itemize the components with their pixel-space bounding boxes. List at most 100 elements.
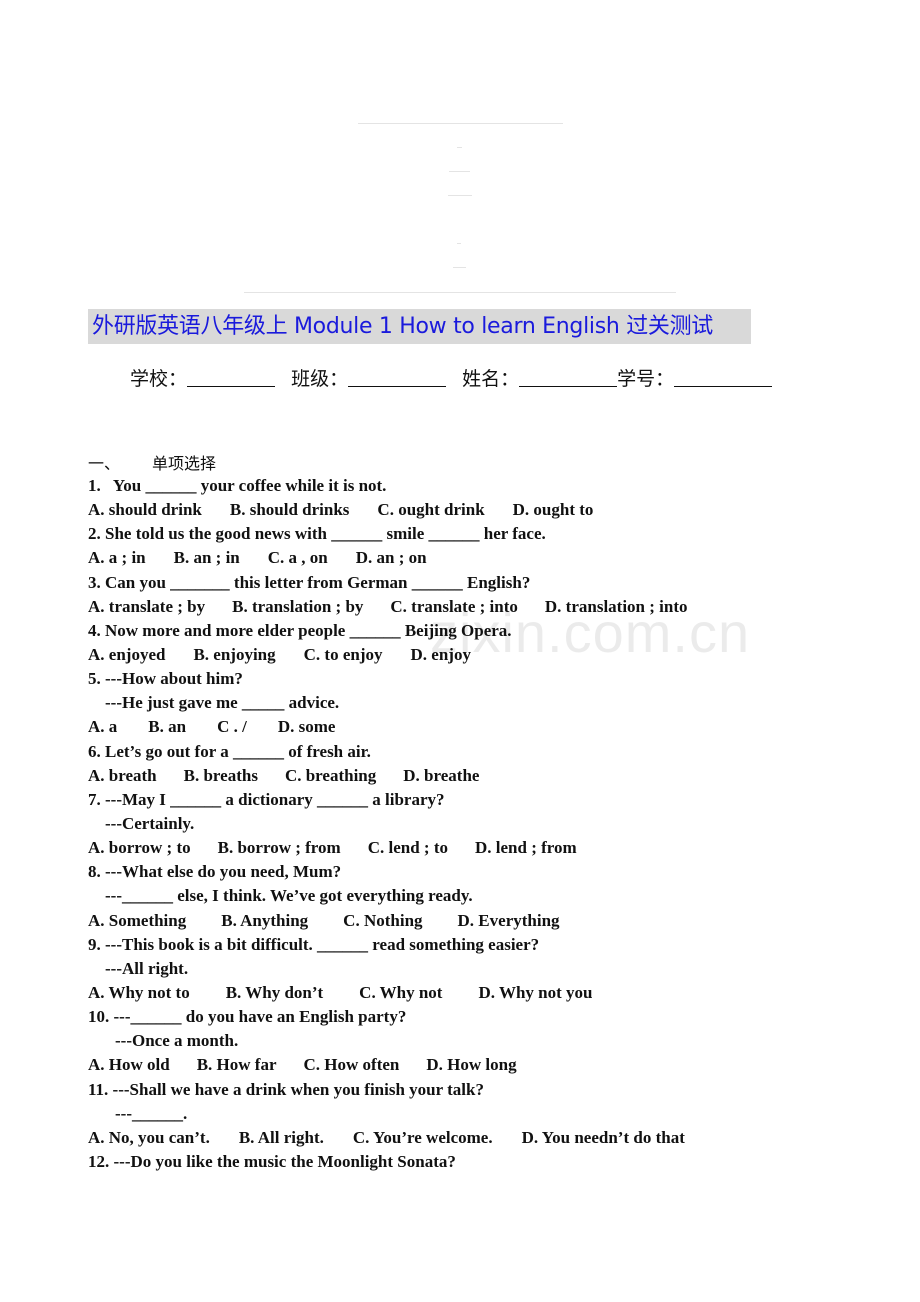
question-stem: 4. Now more and more elder people ______… bbox=[88, 620, 512, 640]
question-stem: 9. ---This book is a bit difficult. ____… bbox=[88, 934, 540, 954]
option-c: C. You’re welcome. bbox=[352, 1127, 493, 1147]
option-b: B. Why don’t bbox=[225, 982, 324, 1002]
option-row: A. enjoyed B. enjoying C. to enjoy D. enjoy bbox=[88, 643, 715, 667]
question-8: 8. ---What else do you need, Mum? ---____… bbox=[88, 860, 715, 932]
option-d: D. ought to bbox=[512, 500, 594, 520]
option-d: D. How long bbox=[426, 1055, 517, 1075]
option-a: A. borrow ; to bbox=[88, 838, 191, 858]
section-title: 单项选择 bbox=[152, 454, 217, 473]
question-stem: 7. ---May I ______ a dictionary ______ a… bbox=[88, 789, 445, 809]
question-response: ---All right. bbox=[105, 958, 189, 978]
option-row: A. No, you can’t. B. All right. C. You’re … bbox=[88, 1126, 715, 1150]
option-c: C. ought drink bbox=[377, 500, 485, 520]
option-b: B. Anything bbox=[221, 910, 309, 930]
option-c: C. a , on bbox=[267, 548, 328, 568]
option-a: A. a ; in bbox=[88, 548, 146, 568]
option-c: C. translate ; into bbox=[390, 596, 518, 616]
question-6: 6. Let’s go out for a ______ of fresh ai… bbox=[88, 740, 715, 788]
student-info-row: 学校： 班级： 姓名： 学号： bbox=[130, 364, 782, 391]
question-stem: 1. You ______ your coffee while it is no… bbox=[88, 476, 387, 495]
section-heading: 一、 单项选择 bbox=[88, 450, 216, 474]
header-mark bbox=[449, 171, 470, 172]
question-list: 1. You ______ your coffee while it is no… bbox=[88, 474, 715, 1174]
question-10: 10. ---______ do you have an English par… bbox=[88, 1005, 715, 1077]
question-stem: 3. Can you _______ this letter from Germ… bbox=[88, 572, 531, 592]
option-c: C. Nothing bbox=[343, 910, 423, 930]
option-c: C. lend ; to bbox=[367, 838, 448, 858]
question-11: 11. ---Shall we have a drink when you fi… bbox=[88, 1078, 715, 1150]
option-c: C. breathing bbox=[284, 765, 377, 785]
school-blank bbox=[187, 366, 276, 387]
option-c: C. to enjoy bbox=[303, 644, 383, 664]
question-stem: 6. Let’s go out for a ______ of fresh ai… bbox=[88, 741, 371, 761]
header-mark bbox=[448, 195, 472, 196]
option-c: C . / bbox=[217, 717, 247, 737]
option-b: B. enjoying bbox=[193, 644, 276, 664]
student-id-blank bbox=[674, 366, 773, 387]
option-b: B. an bbox=[148, 717, 187, 737]
question-7: 7. ---May I ______ a dictionary ______ a… bbox=[88, 788, 715, 860]
section-number: 一、 bbox=[88, 454, 121, 473]
class-blank bbox=[348, 366, 447, 387]
header-mark bbox=[457, 147, 462, 148]
name-blank bbox=[519, 366, 618, 387]
option-row: A. breath B. breaths C. breathing D. breath… bbox=[88, 764, 715, 788]
option-b: B. breaths bbox=[183, 765, 258, 785]
question-response: ---He just gave me _____ advice. bbox=[105, 693, 340, 713]
question-stem: 2. She told us the good news with ______… bbox=[88, 524, 546, 544]
question-stem: 12. ---Do you like the music the Moonlig… bbox=[88, 1151, 456, 1171]
question-response: ---Once a month. bbox=[115, 1031, 239, 1051]
option-d: D. breathe bbox=[403, 765, 480, 785]
option-a: A. enjoyed bbox=[88, 644, 166, 664]
header-rule-top bbox=[358, 123, 563, 124]
option-row: A. translate ; by B. translation ; by C. t… bbox=[88, 595, 715, 619]
question-5: 5. ---How about him? ---He just gave me _… bbox=[88, 667, 715, 739]
option-b: B. translation ; by bbox=[232, 596, 364, 616]
option-row: A. a ; in B. an ; in C. a , on D. an ; on bbox=[88, 546, 715, 570]
option-d: D. lend ; from bbox=[474, 838, 577, 858]
option-d: D. You needn’t do that bbox=[521, 1127, 685, 1147]
header-rule-bottom bbox=[244, 292, 676, 293]
option-b: B. an ; in bbox=[173, 548, 240, 568]
option-d: D. enjoy bbox=[410, 644, 471, 664]
option-d: D. Why not you bbox=[478, 982, 593, 1002]
question-2: 2. She told us the good news with ______… bbox=[88, 522, 715, 570]
option-c: C. Why not bbox=[359, 982, 443, 1002]
option-row: A. should drink B. should drinks C. ought … bbox=[88, 498, 715, 522]
option-a: A. No, you can’t. bbox=[88, 1127, 210, 1147]
option-d: D. an ; on bbox=[355, 548, 427, 568]
question-stem: 11. ---Shall we have a drink when you fi… bbox=[88, 1079, 484, 1099]
option-a: A. breath bbox=[88, 765, 157, 785]
question-response: ---______. bbox=[115, 1103, 188, 1123]
option-c: C. How often bbox=[303, 1055, 400, 1075]
student-id-label: 学号： bbox=[617, 368, 675, 390]
option-row: A. a B. an C . / D. some bbox=[88, 715, 715, 739]
question-response: ---______ else, I think. We’ve got every… bbox=[105, 886, 473, 906]
header-mark bbox=[457, 243, 461, 244]
option-row: A. Something B. Anything C. Nothing D. Ever… bbox=[88, 909, 715, 933]
option-b: B. All right. bbox=[238, 1127, 324, 1147]
question-response: ---Certainly. bbox=[105, 813, 195, 833]
option-b: B. borrow ; from bbox=[217, 838, 341, 858]
option-row: A. borrow ; to B. borrow ; from C. lend ; … bbox=[88, 836, 715, 860]
option-a: A. translate ; by bbox=[88, 596, 206, 616]
option-a: A. How old bbox=[88, 1055, 170, 1075]
option-a: A. should drink bbox=[88, 500, 202, 520]
option-row: A. Why not to B. Why don’t C. Why not D. Wh… bbox=[88, 981, 715, 1005]
document-title: 外研版英语八年级上 Module 1 How to learn English … bbox=[88, 309, 751, 344]
question-1: 1. You ______ your coffee while it is no… bbox=[88, 474, 715, 522]
question-stem: 5. ---How about him? bbox=[88, 669, 243, 689]
question-3: 3. Can you _______ this letter from Germ… bbox=[88, 571, 715, 619]
option-a: A. Something bbox=[88, 910, 187, 930]
option-d: D. Everything bbox=[457, 910, 560, 930]
option-a: A. Why not to bbox=[88, 982, 190, 1002]
question-12: 12. ---Do you like the music the Moonlig… bbox=[88, 1150, 715, 1174]
question-stem: 8. ---What else do you need, Mum? bbox=[88, 862, 342, 882]
school-label: 学校： bbox=[130, 368, 188, 390]
question-9: 9. ---This book is a bit difficult. ____… bbox=[88, 933, 715, 1005]
option-row: A. How old B. How far C. How often D. How l… bbox=[88, 1053, 715, 1077]
option-d: D. translation ; into bbox=[544, 596, 688, 616]
question-stem: 10. ---______ do you have an English par… bbox=[88, 1007, 407, 1027]
class-label: 班级： bbox=[291, 368, 349, 390]
option-d: D. some bbox=[277, 717, 336, 737]
